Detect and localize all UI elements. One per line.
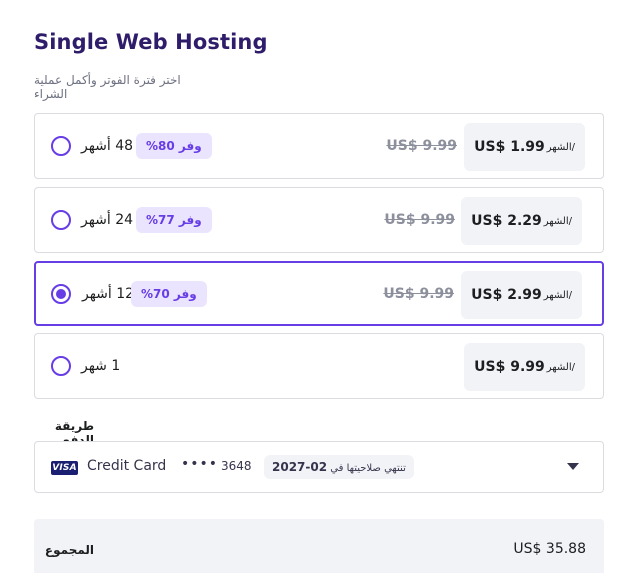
plan-price: US$ 2.29 xyxy=(471,213,542,229)
page-title: Single Web Hosting xyxy=(34,30,268,54)
radio-button[interactable] xyxy=(51,210,71,230)
per-month-label: /الشهر xyxy=(543,289,572,301)
expiry-date: 02-2027 xyxy=(272,460,328,474)
per-month-label: /الشهر xyxy=(546,141,575,153)
plan-price: US$ 2.99 xyxy=(471,287,542,303)
radio-button[interactable] xyxy=(51,356,71,376)
plan-option-24-months[interactable]: 24 أشهر وفر 77% US$ 9.99 US$ 2.29 /الشهر xyxy=(34,187,604,253)
plan-price: US$ 9.99 xyxy=(474,359,545,375)
order-total-panel: المجموع US$ 35.88 xyxy=(34,519,604,573)
savings-badge: وفر 70% xyxy=(131,280,207,307)
per-month-label: /الشهر xyxy=(543,215,572,227)
plan-period: 12 أشهر xyxy=(82,285,135,302)
price-box: US$ 2.29 /الشهر xyxy=(461,197,582,245)
plan-option-1-month[interactable]: 1 شهر US$ 9.99 /الشهر xyxy=(34,333,604,399)
chevron-down-icon[interactable] xyxy=(567,463,579,470)
plan-option-48-months[interactable]: 48 أشهر وفر 80% US$ 9.99 US$ 1.99 /الشهر xyxy=(34,113,604,179)
savings-badge: وفر 80% xyxy=(136,133,212,159)
card-type-label: Credit Card xyxy=(87,458,167,474)
plan-period: 1 شهر xyxy=(81,358,121,374)
total-label: المجموع xyxy=(44,543,94,557)
old-price: US$ 9.99 xyxy=(386,138,457,154)
card-masked-dots: •••• xyxy=(181,456,219,472)
expiry-prefix: تنتهي صلاحيتها في xyxy=(330,463,406,474)
per-month-label: /الشهر xyxy=(546,361,575,373)
old-price: US$ 9.99 xyxy=(383,285,454,302)
page-subtitle: اختر فترة الفوتر وأكمل عملية الشراء xyxy=(34,73,181,101)
plan-price: US$ 1.99 xyxy=(474,139,545,155)
card-last-four: 3648 xyxy=(221,459,252,473)
price-box: US$ 2.99 /الشهر xyxy=(461,271,582,319)
plan-period: 48 أشهر xyxy=(81,138,134,154)
total-value: US$ 35.88 xyxy=(513,541,586,557)
plan-option-12-months[interactable]: 12 أشهر وفر 70% US$ 9.99 US$ 2.99 /الشهر xyxy=(34,261,604,326)
price-box: US$ 1.99 /الشهر xyxy=(464,123,585,171)
plan-period: 24 أشهر xyxy=(81,212,134,228)
old-price: US$ 9.99 xyxy=(384,212,455,228)
savings-badge: وفر 77% xyxy=(136,207,212,233)
visa-card-icon: VISA xyxy=(51,461,78,475)
radio-button-selected[interactable] xyxy=(51,283,71,304)
radio-dot xyxy=(56,288,66,299)
radio-button[interactable] xyxy=(51,136,71,156)
payment-method-select[interactable]: VISA Credit Card •••• 3648 تنتهي صلاحيته… xyxy=(34,441,604,493)
price-box: US$ 9.99 /الشهر xyxy=(464,343,585,391)
card-expiry-badge: تنتهي صلاحيتها في 02-2027 xyxy=(264,455,414,479)
